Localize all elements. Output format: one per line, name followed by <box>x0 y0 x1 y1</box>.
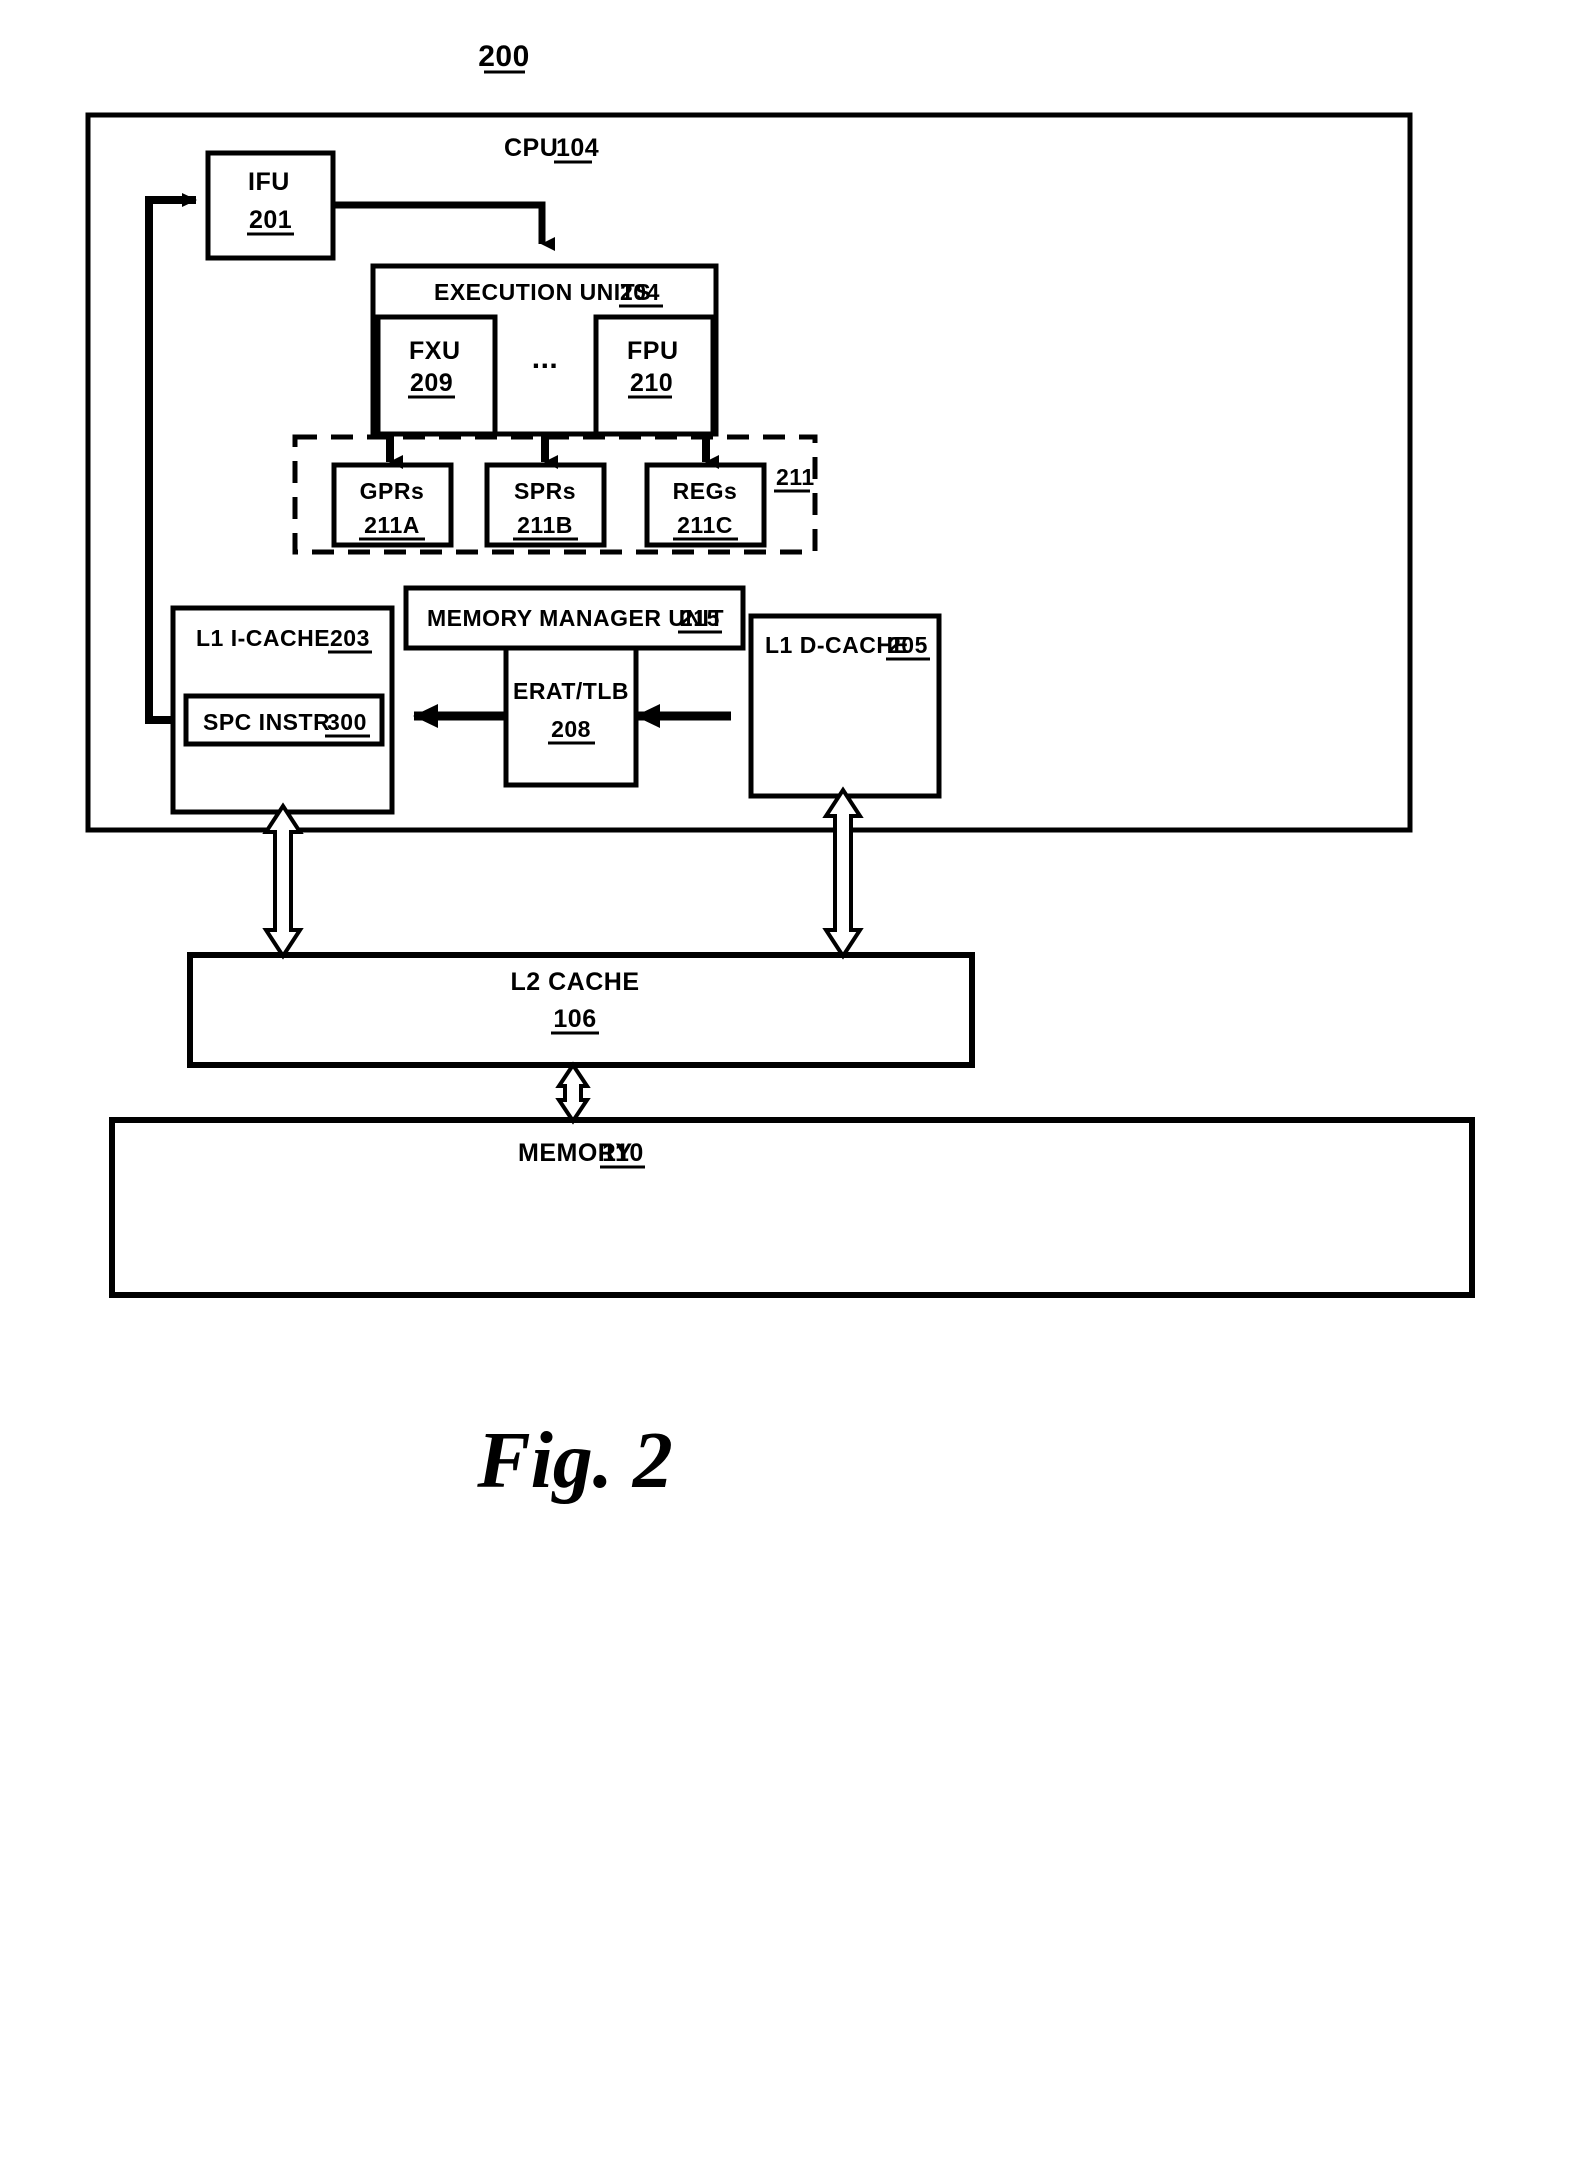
fxu-label: FXU <box>409 337 461 365</box>
spc-instr-ref: 300 <box>327 709 367 735</box>
regs-ref: 211C <box>677 512 733 538</box>
erat-tlb-label: ERAT/TLB <box>513 678 629 704</box>
l2-cache-box: L2 CACHE 106 <box>187 952 975 1068</box>
sprs-label: SPRs <box>514 478 576 504</box>
figure-caption-text: Fig. 2 <box>476 1417 673 1505</box>
l2-to-memory-hollow-arrow <box>555 1061 591 1125</box>
fpu-box: FPU 210 <box>593 314 716 437</box>
cpu-title-label: CPU <box>504 134 558 162</box>
sprs-ref: 211B <box>517 512 573 538</box>
fpu-label: FPU <box>627 337 679 365</box>
ifu-label: IFU <box>248 168 290 196</box>
spc-instr-label: SPC INSTR <box>203 709 330 735</box>
ifu-ref: 201 <box>249 206 292 234</box>
l1-dcache-box: L1 D-CACHE 205 <box>748 613 942 799</box>
mmu-box: MEMORY MANAGER UNIT 215 <box>403 585 746 651</box>
dcache-to-l2-hollow-arrow <box>822 786 864 960</box>
gprs-label: GPRs <box>360 478 425 504</box>
ifu-to-execution-units-arrow <box>333 201 555 251</box>
gprs-box: GPRs 211A <box>331 462 454 548</box>
l1-icache-label: L1 I-CACHE <box>196 625 330 651</box>
figure-number-text: 200 <box>478 40 530 73</box>
fxu-box: FXU 209 <box>375 314 498 437</box>
patent-figure-2: 200 CPU 104 IFU 201 EXECUTION UNITS 204 … <box>0 0 1576 2169</box>
l1-dcache-ref: 205 <box>888 632 928 658</box>
execution-units-ref: 204 <box>620 279 660 305</box>
erat-tlb-box: ERAT/TLB 208 <box>503 645 639 788</box>
memory-box: MEMORY 110 <box>109 1117 1475 1298</box>
execution-units-box: EXECUTION UNITS 204 FXU 209 ... FPU 210 <box>370 263 719 437</box>
icache-to-l2-hollow-arrow <box>262 802 304 960</box>
regs-label: REGs <box>673 478 738 504</box>
figure-caption: Fig. 2 <box>476 1417 673 1505</box>
execution-units-label: EXECUTION UNITS <box>434 279 651 305</box>
fxu-ref: 209 <box>410 369 453 397</box>
spc-instr-box: SPC INSTR 300 <box>183 693 385 747</box>
gprs-ref: 211A <box>364 512 420 538</box>
figure-number: 200 <box>478 40 530 74</box>
regs-box: REGs 211C <box>644 462 767 548</box>
ifu-box: IFU 201 <box>205 150 336 261</box>
cpu-title-ref: 104 <box>556 134 599 162</box>
sprs-box: SPRs 211B <box>484 462 607 548</box>
registers-group-ref: 211 <box>776 464 815 490</box>
l2-cache-ref: 106 <box>553 1005 596 1033</box>
memory-ref: 110 <box>602 1139 644 1167</box>
execution-units-ellipsis: ... <box>532 342 559 375</box>
erat-tlb-ref: 208 <box>551 716 591 742</box>
l2-cache-label: L2 CACHE <box>510 968 639 996</box>
l1-icache-box: L1 I-CACHE 203 SPC INSTR 300 <box>170 605 395 815</box>
registers-group: 211 GPRs 211A SPRs 211B REGs 211C <box>292 434 818 555</box>
l1-icache-ref: 203 <box>330 625 370 651</box>
fpu-ref: 210 <box>630 369 673 397</box>
mmu-ref: 215 <box>680 605 720 631</box>
